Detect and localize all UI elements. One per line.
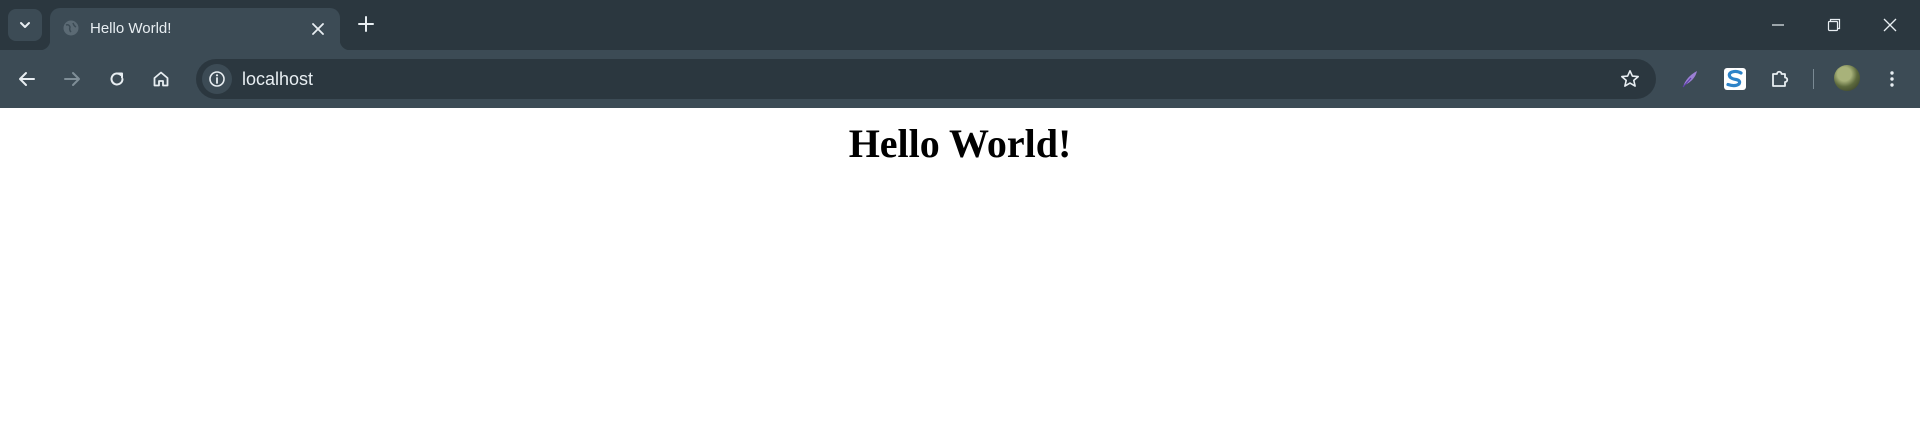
minimize-button[interactable] bbox=[1750, 0, 1806, 50]
new-tab-button[interactable] bbox=[352, 10, 380, 38]
extension-s-button[interactable] bbox=[1720, 64, 1750, 94]
puzzle-icon bbox=[1772, 70, 1789, 87]
tab-search-button[interactable] bbox=[8, 9, 42, 41]
forward-button[interactable] bbox=[57, 64, 87, 94]
arrow-right-icon bbox=[64, 72, 80, 86]
browser-menu-button[interactable] bbox=[1877, 64, 1907, 94]
tab-title: Hello World! bbox=[90, 20, 172, 37]
extension-quill-button[interactable] bbox=[1675, 64, 1705, 94]
avatar[interactable] bbox=[1834, 65, 1860, 91]
toolbar-divider bbox=[1813, 69, 1814, 89]
reload-button[interactable] bbox=[102, 64, 132, 94]
plus-icon bbox=[358, 16, 374, 32]
chevron-down-icon bbox=[20, 22, 30, 28]
quill-extension-icon bbox=[1682, 71, 1697, 88]
close-icon bbox=[312, 23, 324, 35]
tab-close-button[interactable] bbox=[308, 19, 328, 39]
star-icon bbox=[1621, 70, 1639, 87]
globe-icon bbox=[63, 20, 79, 36]
home-button[interactable] bbox=[146, 64, 176, 94]
browser-toolbar: localhost bbox=[0, 50, 1920, 108]
close-window-button[interactable] bbox=[1862, 0, 1918, 50]
home-icon bbox=[153, 71, 169, 87]
page-content: Hello World! bbox=[0, 108, 1920, 433]
close-icon bbox=[1883, 18, 1897, 32]
tab-strip: Hello World! bbox=[0, 0, 1920, 50]
back-button[interactable] bbox=[12, 64, 42, 94]
tab-active[interactable]: Hello World! bbox=[40, 8, 350, 50]
restore-icon bbox=[1827, 18, 1841, 32]
url-text[interactable]: localhost bbox=[242, 69, 313, 90]
s-extension-icon bbox=[1724, 68, 1746, 90]
info-icon bbox=[209, 71, 225, 87]
bookmark-button[interactable] bbox=[1618, 67, 1642, 91]
minimize-icon bbox=[1772, 24, 1784, 26]
page-title: Hello World! bbox=[848, 121, 1072, 166]
reload-icon bbox=[110, 72, 124, 86]
extensions-menu-button[interactable] bbox=[1766, 64, 1796, 94]
address-bar[interactable]: localhost bbox=[196, 59, 1656, 99]
kebab-menu-icon bbox=[1890, 71, 1894, 87]
arrow-left-icon bbox=[19, 72, 35, 86]
restore-button[interactable] bbox=[1806, 0, 1862, 50]
site-info-button[interactable] bbox=[202, 64, 232, 94]
